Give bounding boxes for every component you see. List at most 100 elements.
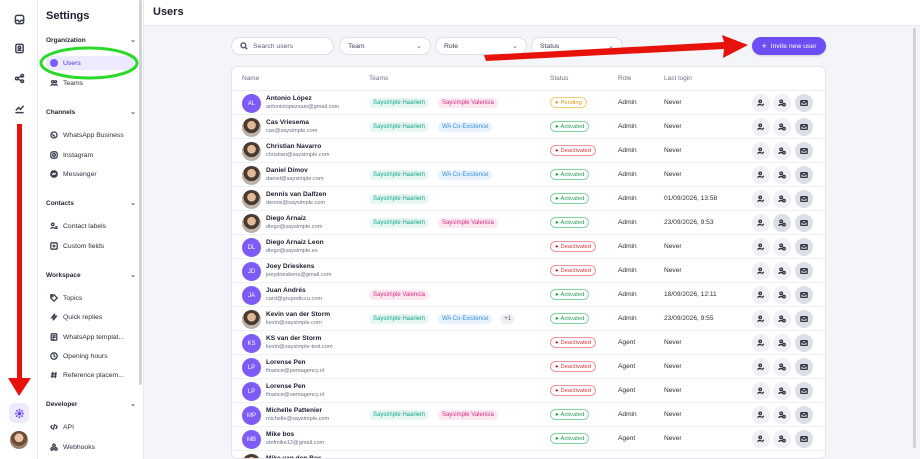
sidebar-item-custom-fields[interactable]: Custom fields: [46, 239, 134, 253]
sidebar-item-api[interactable]: API: [46, 420, 134, 434]
table-row[interactable]: AL Antonio López antoniolopezsaio@gmail.co…: [232, 91, 825, 115]
change-status-button[interactable]: [773, 334, 791, 352]
change-status-button[interactable]: [773, 190, 791, 208]
sidebar-item-opening-hours[interactable]: Opening hours: [46, 349, 134, 363]
sidebar-item-topics[interactable]: Topics: [46, 291, 134, 305]
contacts-book-icon[interactable]: [12, 41, 26, 55]
resend-invite-button[interactable]: [795, 406, 813, 424]
edit-user-button[interactable]: [752, 406, 770, 424]
resend-invite-button[interactable]: [795, 214, 813, 232]
table-row[interactable]: Dennis van Dalfzen dennis@saysimple.com Sa…: [232, 187, 825, 211]
status-filter-select[interactable]: Status ⌄: [531, 37, 623, 55]
section-developer[interactable]: Developer ⌄: [46, 400, 136, 409]
resend-invite-button[interactable]: [795, 310, 813, 328]
resend-invite-button[interactable]: [795, 382, 813, 400]
resend-invite-button[interactable]: [795, 166, 813, 184]
edit-user-button[interactable]: [752, 190, 770, 208]
resend-invite-button[interactable]: [795, 238, 813, 256]
section-workspace[interactable]: Workspace ⌄: [46, 271, 136, 280]
sidebar-item-webhooks[interactable]: Webhooks: [46, 440, 134, 454]
change-status-button[interactable]: [773, 238, 791, 256]
table-row[interactable]: Diego Arnaiz diego@saysimple.com Saysimple…: [232, 211, 825, 235]
team-filter-select[interactable]: Team ⌄: [339, 37, 431, 55]
change-status-button[interactable]: [773, 406, 791, 424]
change-status-button[interactable]: [773, 382, 791, 400]
analytics-chart-icon[interactable]: [12, 101, 26, 115]
column-header-role[interactable]: Role: [618, 75, 631, 82]
change-status-button[interactable]: [773, 358, 791, 376]
role-filter-select[interactable]: Role ⌄: [435, 37, 527, 55]
team-tag: Saysimple Haarlem: [369, 170, 430, 180]
table-row[interactable]: JA Juan Andrés card@grupodiccu.com Saysimpl…: [232, 283, 825, 307]
sidebar-item-reference-placeholders[interactable]: Reference placem...: [46, 368, 134, 382]
edit-user-button[interactable]: [752, 334, 770, 352]
table-row[interactable]: Daniel Dimov daniel@saysimple.com Saysimpl…: [232, 163, 825, 187]
resend-invite-button[interactable]: [795, 358, 813, 376]
table-row[interactable]: MB Mike bos stefmike12@gmail.com ● Activated…: [232, 427, 825, 451]
sidebar-item-contact-labels[interactable]: Contact labels: [46, 219, 134, 233]
sidebar-item-messenger[interactable]: Messenger: [46, 167, 134, 181]
resend-invite-button[interactable]: [795, 430, 813, 448]
table-row[interactable]: Kevin van der Storm kevin@saysimple.com Sa…: [232, 307, 825, 331]
table-row[interactable]: JD Joey Drieskens joeydrieskens@gmail.com ●…: [232, 259, 825, 283]
column-header-name[interactable]: Name: [242, 75, 259, 82]
edit-user-button[interactable]: [752, 262, 770, 280]
change-status-button[interactable]: [773, 286, 791, 304]
change-status-button[interactable]: [773, 118, 791, 136]
sidebar-item-whatsapp-business[interactable]: WhatsApp Business: [46, 128, 134, 142]
column-header-status[interactable]: Status: [550, 75, 568, 82]
edit-user-button[interactable]: [752, 214, 770, 232]
main-scrollbar[interactable]: [913, 28, 916, 448]
resend-invite-button[interactable]: [795, 334, 813, 352]
table-row[interactable]: Cas Vriesema cas@saysimple.com Saysimple H…: [232, 115, 825, 139]
table-row[interactable]: DL Diego Arnaiz Leon diego@saysimple.es ● De…: [232, 235, 825, 259]
table-row[interactable]: Christian Navarro christian@saysimple.com…: [232, 139, 825, 163]
change-status-button[interactable]: [773, 94, 791, 112]
edit-user-button[interactable]: [752, 358, 770, 376]
section-channels[interactable]: Channels ⌄: [46, 108, 136, 117]
sidebar-item-quick-replies[interactable]: Quick replies: [46, 310, 134, 324]
column-header-last-login[interactable]: Last login: [664, 75, 692, 82]
section-contacts[interactable]: Contacts ⌄: [46, 199, 136, 208]
edit-user-button[interactable]: [752, 166, 770, 184]
profile-avatar[interactable]: [10, 431, 28, 449]
resend-invite-button[interactable]: [795, 142, 813, 160]
invite-new-user-button[interactable]: + Invite new user: [752, 37, 826, 55]
edit-user-button[interactable]: [752, 238, 770, 256]
inbox-icon[interactable]: [12, 12, 26, 26]
edit-user-button[interactable]: [752, 430, 770, 448]
edit-user-button[interactable]: [752, 310, 770, 328]
change-status-button[interactable]: [773, 214, 791, 232]
resend-invite-button[interactable]: [795, 94, 813, 112]
settings-gear-icon[interactable]: [9, 403, 29, 423]
change-status-button[interactable]: [773, 166, 791, 184]
column-header-teams[interactable]: Teams: [369, 75, 388, 82]
resend-invite-button[interactable]: [795, 190, 813, 208]
table-row[interactable]: LP Lorense Pen finance@oemagency.nl ● Deacti…: [232, 379, 825, 403]
status-dot-icon: ●: [555, 363, 559, 370]
resend-invite-button[interactable]: [795, 286, 813, 304]
change-status-button[interactable]: [773, 430, 791, 448]
sidebar-scrollbar[interactable]: [139, 0, 142, 385]
edit-user-button[interactable]: [752, 94, 770, 112]
section-organization[interactable]: Organization ⌄: [46, 36, 136, 45]
search-users-input[interactable]: Search users: [231, 37, 334, 55]
sidebar-item-users[interactable]: Users: [46, 56, 134, 70]
change-status-button[interactable]: [773, 310, 791, 328]
table-row[interactable]: KS KS van der Storm kevin@saysimple-test.c…: [232, 331, 825, 355]
table-row[interactable]: LP Lorense Pen finance@pemagency.nl ● Deacti…: [232, 355, 825, 379]
edit-user-button[interactable]: [752, 142, 770, 160]
resend-invite-button[interactable]: [795, 118, 813, 136]
sidebar-item-teams[interactable]: Teams: [46, 76, 134, 90]
sidebar-item-instagram[interactable]: Instagram: [46, 148, 134, 162]
table-row[interactable]: MP Michelle Pattenier michelle@saysimple.c…: [232, 403, 825, 427]
resend-invite-button[interactable]: [795, 262, 813, 280]
sidebar-item-whatsapp-templates[interactable]: WhatsApp templat...: [46, 330, 134, 344]
edit-user-button[interactable]: [752, 286, 770, 304]
edit-user-button[interactable]: [752, 382, 770, 400]
change-status-button[interactable]: [773, 262, 791, 280]
table-row[interactable]: Mike van den BosSaysimple Haarlem: [232, 451, 825, 458]
change-status-button[interactable]: [773, 142, 791, 160]
edit-user-button[interactable]: [752, 118, 770, 136]
share-network-icon[interactable]: [12, 71, 26, 85]
